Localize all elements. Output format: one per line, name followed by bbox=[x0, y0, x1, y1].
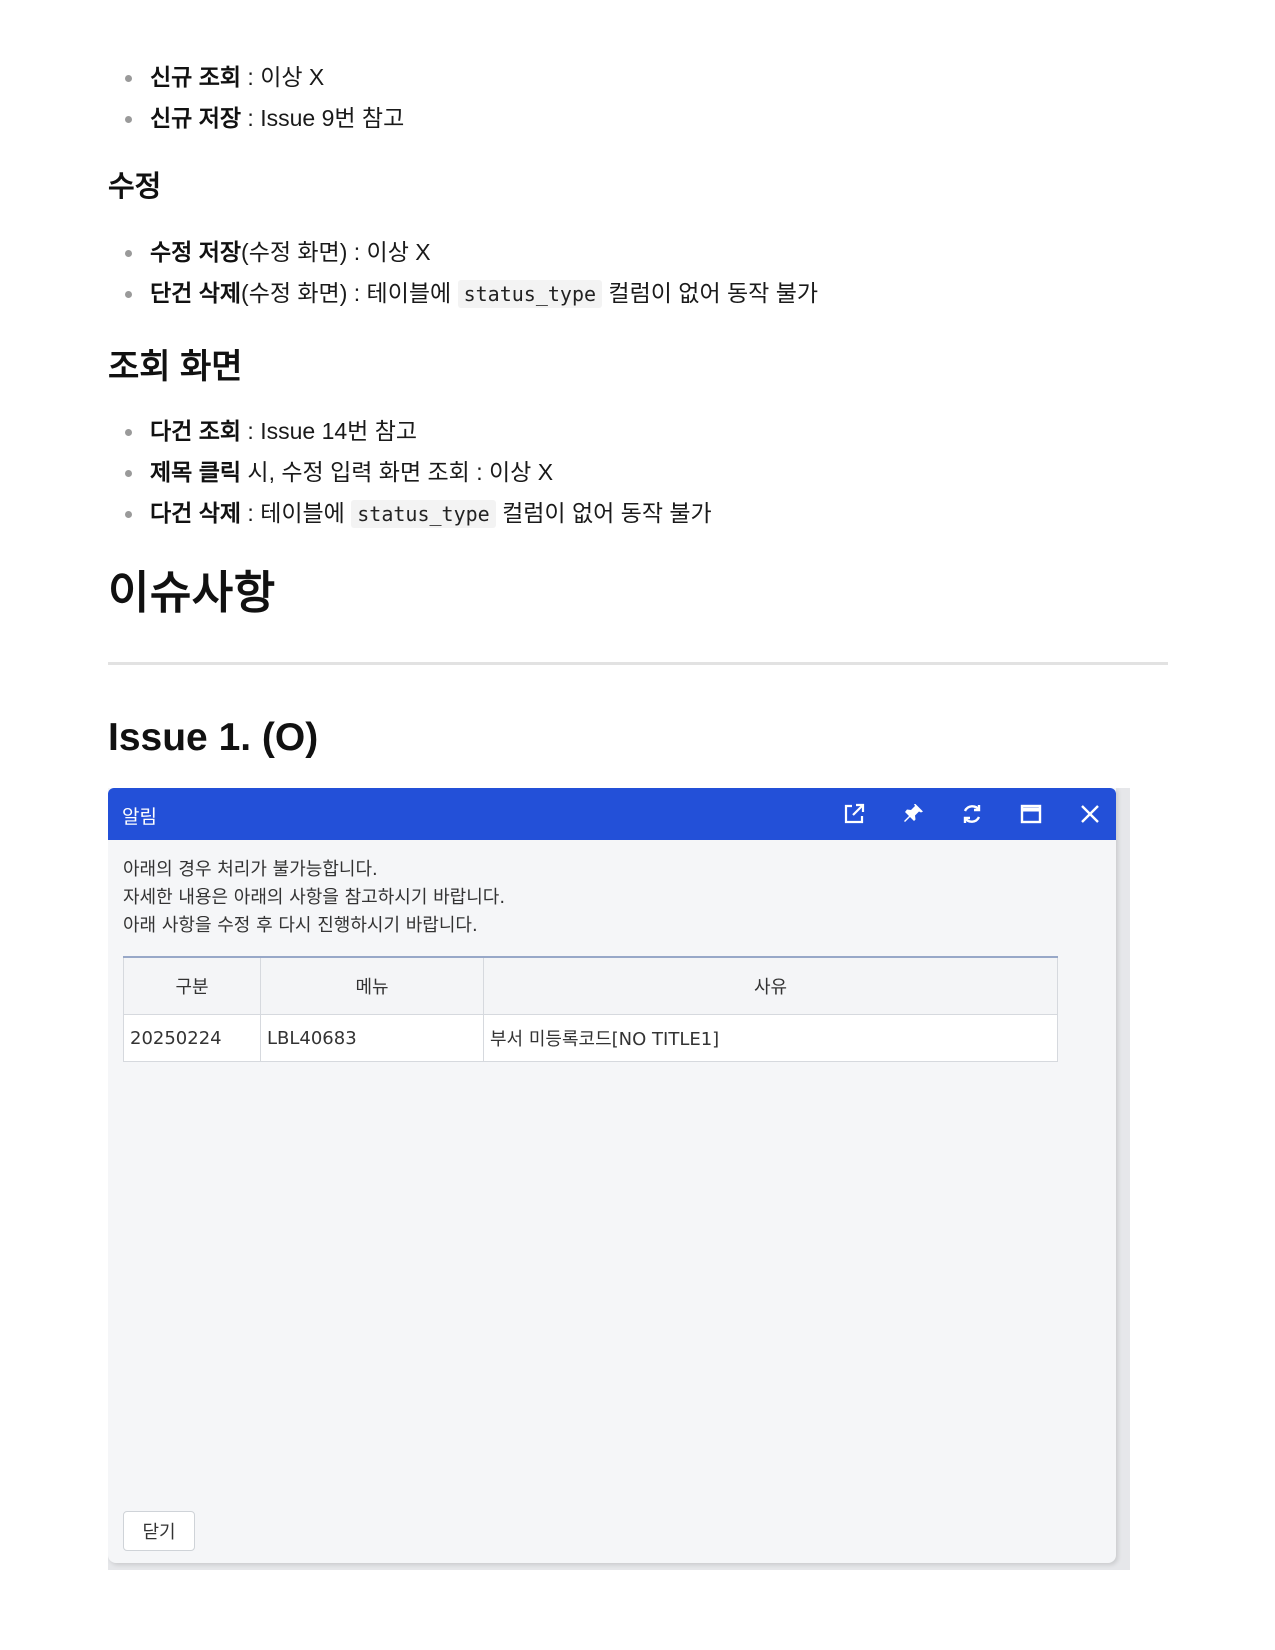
dialog-titlebar: 알림 bbox=[108, 788, 1116, 840]
cell-category[interactable]: 20250224 bbox=[123, 1014, 261, 1062]
horizontal-divider bbox=[108, 662, 1168, 665]
inline-code: status_type bbox=[457, 280, 603, 308]
item-text: 컬럼이 없어 동작 불가 bbox=[602, 280, 819, 306]
alert-dialog: 알림 아래의 경우 처리가 불가능합니다. 자세한 내용은 아래의 사항을 참고… bbox=[108, 788, 1116, 1563]
error-table: 구분 메뉴 사유 20250224 LBL40683 부서 미등록코드[NO T… bbox=[123, 956, 1058, 1062]
cell-reason[interactable]: 부서 미등록코드[NO TITLE1] bbox=[483, 1014, 1058, 1062]
view-items-list: 다건 조회 : Issue 14번 참고 제목 클릭 시, 수정 입력 화면 조… bbox=[108, 411, 712, 535]
cell-menu[interactable]: LBL40683 bbox=[260, 1014, 484, 1062]
list-item: 다건 삭제 : 테이블에 status_type 컬럼이 없어 동작 불가 bbox=[108, 493, 712, 535]
item-text: : Issue 14번 참고 bbox=[241, 418, 418, 444]
refresh-icon[interactable] bbox=[956, 798, 988, 830]
dialog-message: 아래의 경우 처리가 불가능합니다. 자세한 내용은 아래의 사항을 참고하시기… bbox=[123, 856, 505, 940]
item-text: : 이상 X bbox=[241, 64, 325, 90]
table-header-row: 구분 메뉴 사유 bbox=[123, 956, 1058, 1015]
item-text: 시, 수정 입력 화면 조회 : 이상 X bbox=[241, 459, 554, 485]
column-header-menu[interactable]: 메뉴 bbox=[260, 956, 484, 1015]
item-title: 신규 조회 bbox=[150, 64, 242, 90]
column-header-category[interactable]: 구분 bbox=[123, 956, 261, 1015]
item-text: 컬럼이 없어 동작 불가 bbox=[495, 500, 712, 526]
list-item: 제목 클릭 시, 수정 입력 화면 조회 : 이상 X bbox=[108, 452, 712, 493]
item-text: (수정 화면) : 테이블에 bbox=[241, 280, 458, 306]
list-item: 단건 삭제(수정 화면) : 테이블에 status_type 컬럼이 없어 동… bbox=[108, 273, 818, 315]
item-title: 신규 저장 bbox=[150, 105, 242, 131]
list-item: 다건 조회 : Issue 14번 참고 bbox=[108, 411, 712, 452]
item-title: 다건 삭제 bbox=[150, 500, 242, 526]
edit-items-list: 수정 저장(수정 화면) : 이상 X 단건 삭제(수정 화면) : 테이블에 … bbox=[108, 232, 818, 315]
message-line: 자세한 내용은 아래의 사항을 참고하시기 바랍니다. bbox=[123, 887, 506, 908]
inline-code: status_type bbox=[351, 500, 496, 528]
close-button[interactable]: 닫기 bbox=[123, 1511, 195, 1551]
table-row[interactable]: 20250224 LBL40683 부서 미등록코드[NO TITLE1] bbox=[123, 1014, 1058, 1062]
dialog-title: 알림 bbox=[122, 806, 157, 828]
column-header-reason[interactable]: 사유 bbox=[483, 956, 1058, 1015]
heading-issues: 이슈사항 bbox=[108, 567, 276, 618]
item-text: (수정 화면) : 이상 X bbox=[241, 239, 431, 265]
message-line: 아래 사항을 수정 후 다시 진행하시기 바랍니다. bbox=[123, 915, 478, 936]
document-page: 신규 조회 : 이상 X 신규 저장 : Issue 9번 참고 수정 수정 저… bbox=[0, 0, 1275, 1650]
pin-icon[interactable] bbox=[897, 798, 929, 830]
item-title: 단건 삭제 bbox=[150, 280, 242, 306]
item-text: : Issue 9번 참고 bbox=[241, 105, 405, 131]
list-item: 신규 저장 : Issue 9번 참고 bbox=[108, 98, 404, 139]
new-items-list: 신규 조회 : 이상 X 신규 저장 : Issue 9번 참고 bbox=[108, 57, 404, 139]
message-line: 아래의 경우 처리가 불가능합니다. bbox=[123, 859, 378, 880]
item-text: : 테이블에 bbox=[241, 500, 352, 526]
close-icon[interactable] bbox=[1074, 798, 1106, 830]
section-heading-edit: 수정 bbox=[108, 171, 162, 203]
dialog-screenshot: 알림 아래의 경우 처리가 불가능합니다. 자세한 내용은 아래의 사항을 참고… bbox=[108, 788, 1130, 1570]
item-title: 다건 조회 bbox=[150, 418, 242, 444]
item-title: 수정 저장 bbox=[150, 239, 242, 265]
item-title: 제목 클릭 bbox=[150, 459, 242, 485]
titlebar-icons bbox=[838, 798, 1106, 830]
list-item: 수정 저장(수정 화면) : 이상 X bbox=[108, 232, 818, 273]
heading-issue-1: Issue 1. (O) bbox=[108, 716, 319, 759]
section-heading-view: 조회 화면 bbox=[108, 348, 243, 386]
list-item: 신규 조회 : 이상 X bbox=[108, 57, 404, 98]
maximize-icon[interactable] bbox=[1015, 798, 1047, 830]
external-link-icon[interactable] bbox=[838, 798, 870, 830]
